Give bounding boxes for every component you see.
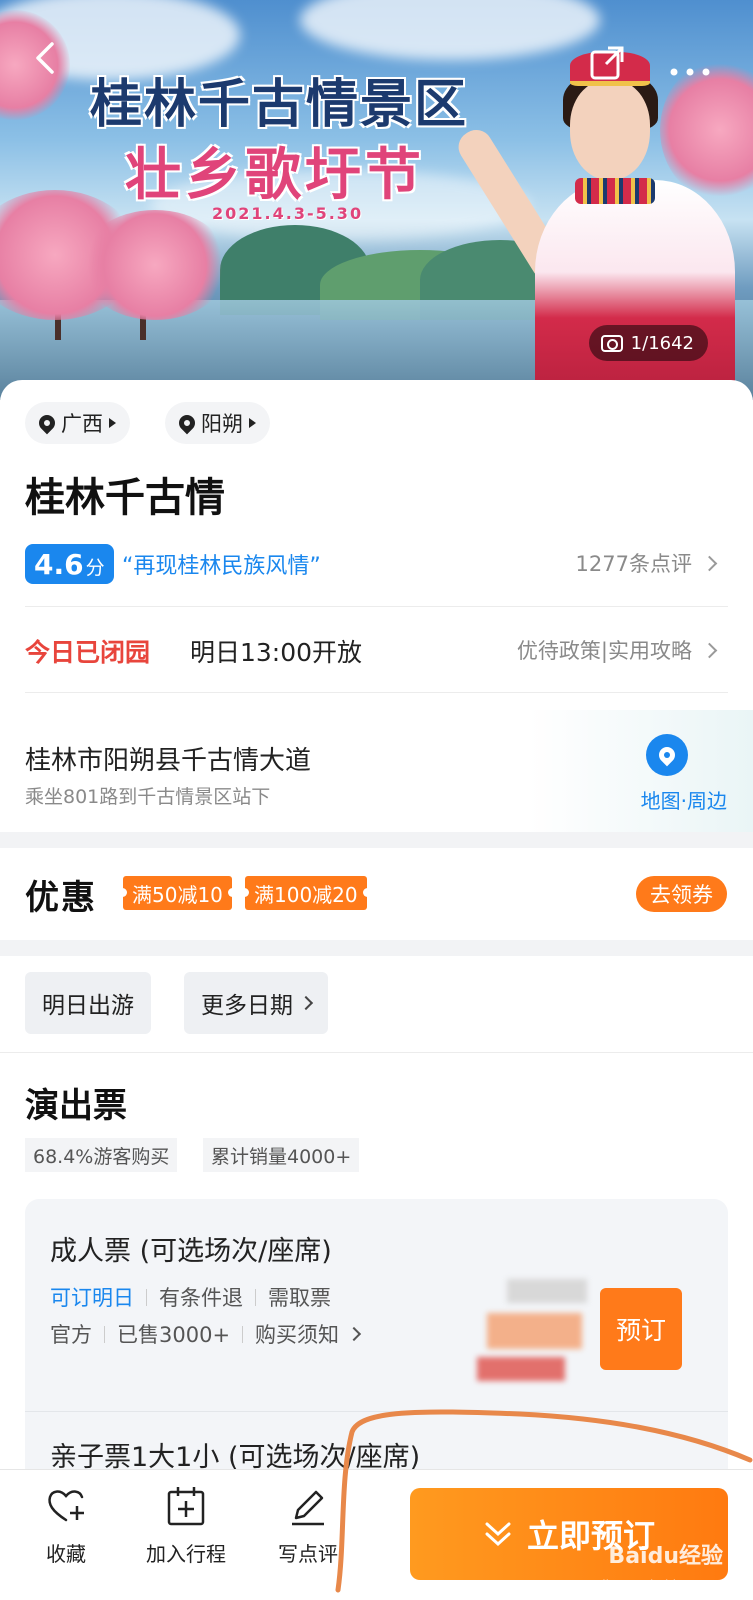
- coupon-badge[interactable]: 满100减20: [240, 876, 372, 910]
- ticket-tag: 已售3000+: [117, 1323, 231, 1347]
- dancer-collar: [575, 178, 655, 204]
- address-text: 桂林市阳朔县千古情大道: [25, 746, 312, 776]
- more-button[interactable]: [668, 52, 712, 87]
- share-button[interactable]: [588, 42, 628, 90]
- hero-title-line2: 壮乡歌圩节: [125, 143, 425, 208]
- write-review-label: 写点评: [278, 1542, 338, 1566]
- chevron-right-icon: [346, 1326, 362, 1342]
- purchase-notes-link[interactable]: 购买须知: [255, 1319, 339, 1349]
- location-chip-county[interactable]: 阳朔: [165, 402, 270, 444]
- calendar-add-icon: [167, 1487, 205, 1526]
- bottom-action-bar: 收藏 加入行程 写点评 立即预订 Baidu经验 jingyan.baidu.c…: [0, 1470, 753, 1600]
- poi-info-card: 广西 阳朔 桂林千古情 4.6 分 “再现桂林民族风情” 1277条点评 今日已…: [0, 380, 753, 832]
- dancer-face: [570, 80, 650, 180]
- poi-title: 桂林千古情: [25, 475, 225, 521]
- date-option-label: 明日出游: [42, 993, 134, 1019]
- opening-hours: 明日13:00开放: [190, 638, 363, 667]
- address-section[interactable]: 桂林市阳朔县千古情大道 乘坐801路到千古情景区站下 地图·周边: [0, 710, 753, 832]
- review-count: 1277条点评: [575, 552, 692, 576]
- ticket-meta: 官方 已售3000+ 购买须知: [50, 1319, 362, 1349]
- date-option-label: 更多日期: [201, 993, 293, 1019]
- write-review-button[interactable]: 写点评: [258, 1484, 358, 1567]
- coupon-badge[interactable]: 满50减10: [118, 876, 237, 910]
- map-pin-icon[interactable]: [646, 734, 688, 776]
- favorite-label: 收藏: [46, 1542, 86, 1566]
- caret-right-icon: [249, 418, 256, 428]
- photo-counter[interactable]: 1/1642: [588, 325, 708, 361]
- section-title: 演出票: [25, 1086, 127, 1126]
- caret-right-icon: [109, 418, 116, 428]
- ticket-tag: 需取票: [268, 1286, 331, 1310]
- hero-date-range: 2021.4.3-5.30: [212, 204, 364, 223]
- stat-badge: 68.4%游客购买: [25, 1138, 178, 1172]
- score-badge[interactable]: 4.6 分: [25, 544, 114, 584]
- get-coupon-button[interactable]: 去领券: [636, 876, 727, 912]
- ticket-tag: 有条件退: [159, 1286, 243, 1310]
- ticket-tag: 可订明日: [50, 1286, 134, 1310]
- cloud: [300, 0, 600, 60]
- score-unit: 分: [85, 557, 105, 579]
- stat-badge: 累计销量4000+: [203, 1138, 360, 1172]
- review-count-link[interactable]: 1277条点评: [575, 548, 718, 578]
- watermark-logo: Baidu经验: [608, 1544, 723, 1569]
- chevron-right-icon: [298, 995, 314, 1011]
- book-ticket-button[interactable]: 预订: [600, 1288, 682, 1370]
- location-chip-label: 阳朔: [201, 412, 243, 436]
- heart-add-icon: [48, 1490, 84, 1522]
- photo-counter-text: 1/1642: [630, 332, 694, 354]
- ticket-tag: 官方: [50, 1323, 92, 1347]
- add-trip-button[interactable]: 加入行程: [136, 1484, 236, 1567]
- double-chevron-down-icon: [485, 1522, 511, 1547]
- back-arrow-icon: [36, 42, 54, 74]
- location-pin-icon: [35, 411, 59, 435]
- status-closed: 今日已闭园: [25, 638, 151, 667]
- policy-guide-link[interactable]: 优待政策|实用攻略: [516, 635, 718, 665]
- hero-banner[interactable]: 桂林千古情景区 壮乡歌圩节 2021.4.3-5.30 1/1642: [0, 0, 753, 400]
- location-chip-province[interactable]: 广西: [25, 402, 130, 444]
- divider: [0, 1052, 753, 1053]
- review-slogan[interactable]: “再现桂林民族风情”: [122, 548, 321, 580]
- add-trip-label: 加入行程: [146, 1542, 226, 1566]
- score-value: 4.6: [34, 548, 84, 581]
- pencil-icon: [292, 1490, 324, 1526]
- divider: [25, 606, 728, 607]
- watermark-url: jingyan.baidu.com: [602, 1578, 713, 1592]
- blurred-price: [477, 1279, 602, 1384]
- transit-directions: 乘坐801路到千古情景区站下: [25, 786, 271, 808]
- divider: [25, 692, 728, 693]
- more-dots-icon: [670, 68, 710, 76]
- ticket-name: 成人票 (可选场次/座席): [50, 1236, 332, 1267]
- hero-title-line1: 桂林千古情景区: [90, 75, 469, 135]
- divider: [25, 1411, 728, 1412]
- location-pin-icon: [175, 411, 199, 435]
- camera-icon: [600, 334, 623, 352]
- more-dates-button[interactable]: 更多日期: [184, 972, 328, 1034]
- promo-title: 优惠: [25, 878, 97, 918]
- promo-section: 优惠 满50减10 满100减20 去领券: [0, 848, 753, 940]
- date-tomorrow-button[interactable]: 明日出游: [25, 972, 151, 1034]
- chevron-right-icon: [701, 642, 718, 658]
- back-button[interactable]: [30, 40, 60, 84]
- chevron-right-icon: [701, 555, 718, 571]
- ticket-name[interactable]: 亲子票1大1小 (可选场次/座席): [50, 1435, 420, 1474]
- blossom-tree: [80, 210, 230, 320]
- poi-detail-page: 桂林千古情景区 壮乡歌圩节 2021.4.3-5.30 1/1642 广西 阳朔…: [0, 0, 753, 1600]
- share-icon: [590, 46, 624, 80]
- ticket-tags: 可订明日 有条件退 需取票: [50, 1282, 331, 1312]
- favorite-button[interactable]: 收藏: [16, 1484, 116, 1567]
- map-nearby-link[interactable]: 地图·周边: [641, 785, 727, 814]
- policy-guide-label: 优待政策|实用攻略: [516, 639, 692, 663]
- location-chip-label: 广西: [61, 412, 103, 436]
- dancer-costume: [535, 180, 735, 400]
